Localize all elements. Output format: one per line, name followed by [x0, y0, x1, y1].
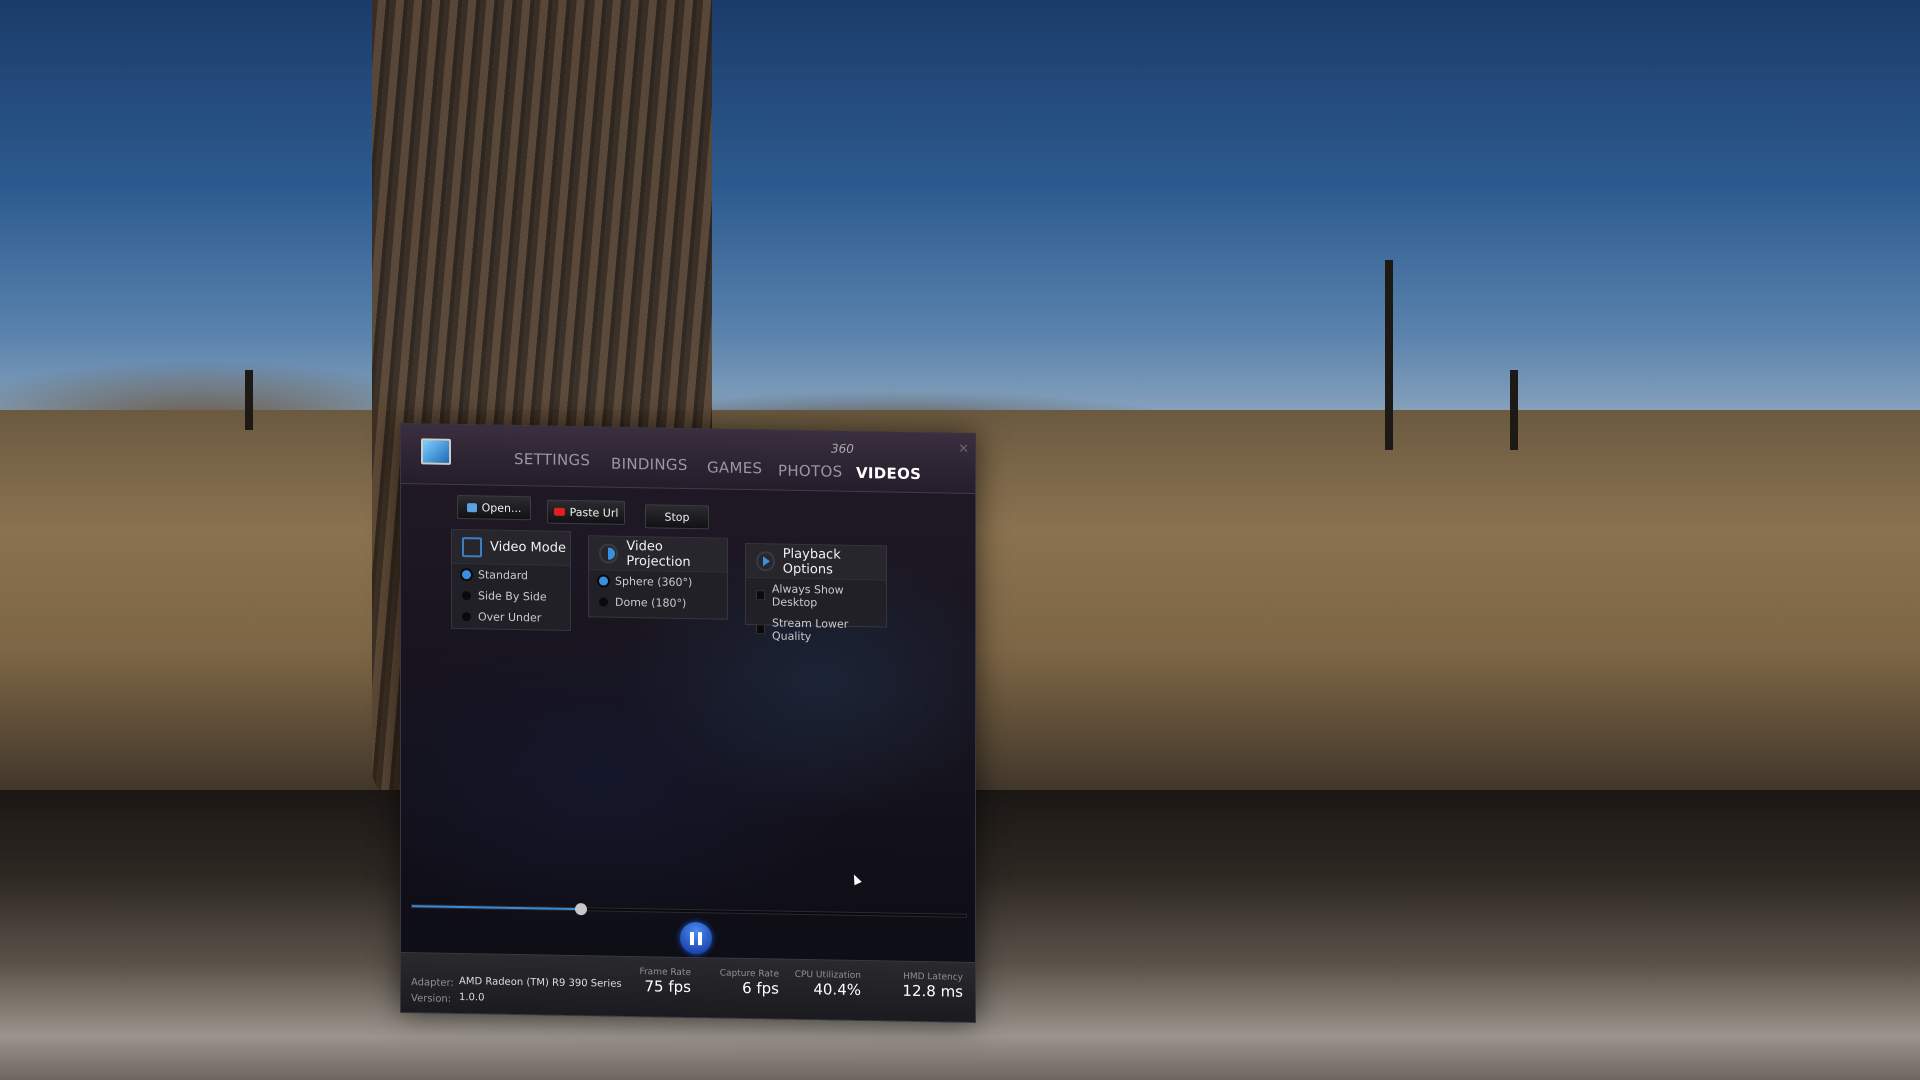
radio-button[interactable]	[462, 570, 471, 580]
tab-videos[interactable]: VIDEOS	[856, 464, 921, 483]
radio-side-by-side[interactable]: Side By Side	[452, 585, 570, 608]
option-label: Stream Lower Quality	[771, 616, 849, 644]
option-label: Sphere (360°)	[615, 574, 693, 590]
joshua-tree	[1385, 260, 1393, 450]
version-label: Version:	[411, 993, 452, 1005]
tab-360-label: 360	[831, 441, 854, 456]
stat-label: Capture Rate	[719, 968, 779, 980]
playback-options-group: Playback Options Always Show Desktop Str…	[745, 542, 887, 643]
tab-photos[interactable]: PHOTOS	[778, 462, 842, 481]
close-icon[interactable]: ✕	[958, 442, 969, 457]
radio-over-under[interactable]: Over Under	[452, 606, 570, 629]
version-value: 1.0.0	[459, 992, 485, 1004]
adapter-label: Adapter:	[411, 977, 454, 989]
radio-dome[interactable]: Dome (180°)	[589, 591, 727, 614]
open-label: Open...	[481, 500, 522, 515]
open-button[interactable]: Open...	[457, 494, 531, 521]
option-label: Over Under	[478, 610, 542, 625]
radio-button[interactable]	[599, 576, 608, 586]
play-icon	[756, 550, 775, 572]
adapter-value: AMD Radeon (TM) R9 390 Series	[459, 976, 622, 990]
video-projection-header: Video Projection	[589, 536, 727, 573]
header: SETTINGS BINDINGS GAMES 360 PHOTOS VIDEO…	[401, 423, 975, 495]
video-mode-header: Video Mode	[452, 529, 570, 566]
video-projection-title: Video Projection	[626, 538, 691, 570]
youtube-icon	[553, 507, 565, 516]
stat-value: 40.4%	[813, 980, 861, 1000]
stat-value: 6 fps	[742, 978, 779, 998]
playback-options-title: Playback Options	[782, 546, 841, 578]
cpu-utilization-stat: CPU Utilization 40.4%	[795, 970, 861, 999]
seek-handle[interactable]	[574, 903, 587, 916]
pause-button[interactable]	[680, 921, 712, 955]
video-mode-icon	[462, 536, 482, 557]
option-label: Standard	[478, 568, 529, 583]
checkbox[interactable]	[756, 590, 765, 601]
tab-bindings[interactable]: BINDINGS	[611, 455, 688, 474]
stat-label: CPU Utilization	[794, 969, 861, 982]
radio-button[interactable]	[462, 612, 471, 622]
status-footer: Adapter: AMD Radeon (TM) R9 390 Series V…	[401, 951, 975, 1023]
open-file-icon	[466, 502, 477, 512]
pause-icon	[698, 931, 702, 945]
radio-standard[interactable]: Standard	[452, 564, 570, 587]
video-mode-title: Video Mode	[490, 539, 566, 556]
stat-value: 75 fps	[644, 977, 691, 997]
checkbox-stream-lower-quality[interactable]: Stream Lower Quality	[746, 612, 886, 648]
paste-url-button[interactable]: Paste Url	[547, 499, 625, 525]
capture-rate-stat: Capture Rate 6 fps	[720, 969, 779, 998]
stop-button[interactable]: Stop	[645, 504, 709, 530]
radio-button[interactable]	[599, 597, 608, 607]
playback-options-header: Playback Options	[746, 544, 886, 581]
option-label: Dome (180°)	[615, 595, 687, 610]
hmd-latency-stat: HMD Latency 12.8 ms	[902, 972, 963, 1001]
desktop-app-panel: SETTINGS BINDINGS GAMES 360 PHOTOS VIDEO…	[400, 422, 976, 1024]
radio-sphere[interactable]: Sphere (360°)	[589, 570, 727, 593]
frame-rate-stat: Frame Rate 75 fps	[639, 967, 691, 996]
paste-url-label: Paste Url	[569, 505, 619, 520]
pause-icon	[690, 931, 694, 945]
joshua-tree	[245, 370, 253, 430]
tab-settings[interactable]: SETTINGS	[514, 450, 590, 469]
video-mode-group: Video Mode Standard Side By Side Over Un…	[451, 528, 571, 631]
checkbox[interactable]	[756, 624, 765, 635]
joshua-tree	[1510, 370, 1518, 450]
seek-slider[interactable]	[411, 903, 967, 918]
checkbox-always-show-desktop[interactable]: Always Show Desktop	[746, 578, 886, 614]
projection-icon	[599, 542, 619, 564]
radio-button[interactable]	[462, 591, 471, 601]
video-projection-group: Video Projection Sphere (360°) Dome (180…	[588, 535, 728, 620]
stop-label: Stop	[664, 510, 690, 524]
option-label: Always Show Desktop	[771, 582, 844, 610]
seek-progress	[412, 905, 581, 911]
stat-value: 12.8 ms	[902, 981, 963, 1001]
tab-games[interactable]: GAMES	[707, 458, 762, 477]
option-label: Side By Side	[478, 589, 547, 604]
monitor-icon	[421, 438, 451, 465]
